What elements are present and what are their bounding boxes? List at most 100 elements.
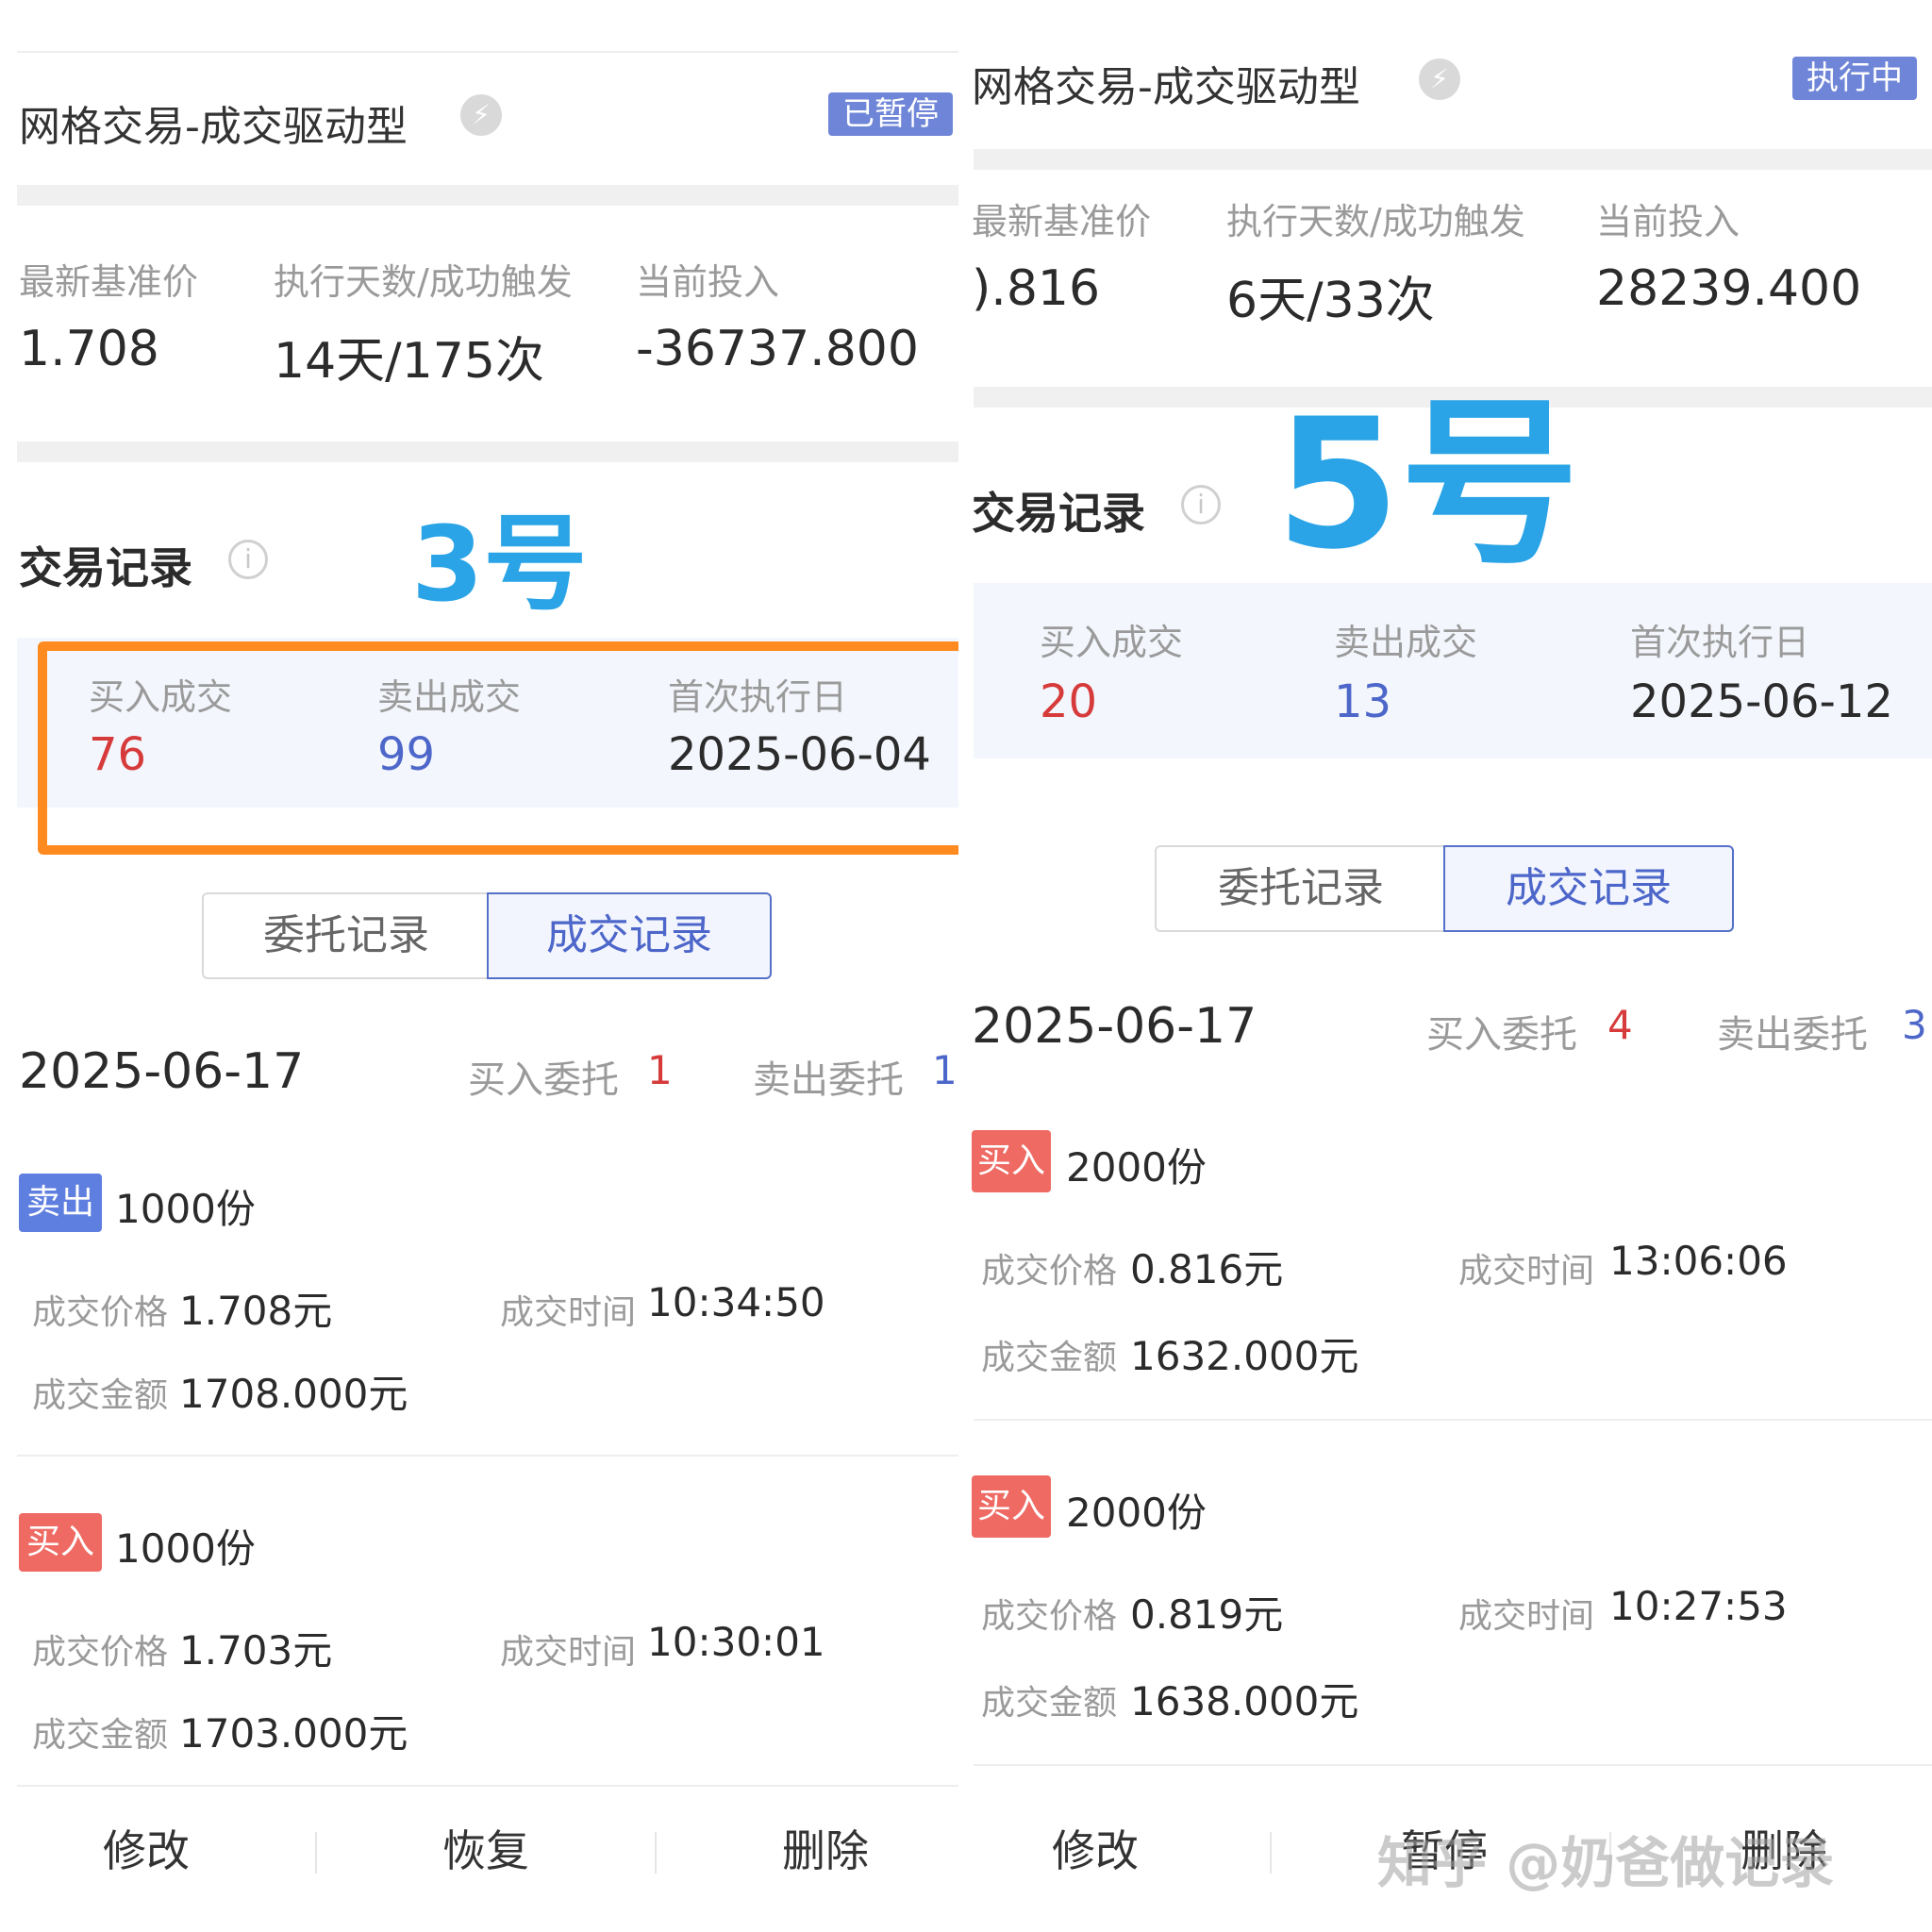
sell-deals-label: 卖出成交 — [377, 676, 522, 718]
left-strategy-panel: 网格交易-成交驱动型 ⚡ 已暂停 最新基准价 执行天数/成功触发 当前投入 1.… — [0, 0, 958, 1932]
base-price-value: 1.708 — [19, 321, 159, 377]
trade-price: 1.703元 — [179, 1627, 333, 1674]
trade-shares: 2000份 — [1066, 1144, 1207, 1191]
trade-shares: 1000份 — [115, 1525, 256, 1572]
lightning-icon[interactable]: ⚡ — [1419, 58, 1460, 100]
sell-deals-value: 99 — [377, 728, 436, 781]
trade-amount: 1708.000元 — [179, 1371, 408, 1417]
trade-amount: 1703.000元 — [179, 1710, 408, 1757]
first-exec-value: 2025-06-12 — [1630, 675, 1893, 728]
trade-amount-label: 成交金额 — [981, 1339, 1118, 1377]
buy-tag: 买入 — [19, 1513, 102, 1572]
trade-price-label: 成交价格 — [32, 1293, 169, 1332]
section-separator — [974, 149, 1932, 170]
trade-divider — [974, 1764, 1932, 1766]
exec-days-value: 14天/175次 — [274, 333, 544, 390]
sell-deals-value: 13 — [1334, 675, 1392, 728]
base-price-label: 最新基准价 — [19, 261, 199, 303]
current-invest-label: 当前投入 — [1596, 201, 1740, 242]
trade-summary-box — [974, 583, 1932, 758]
current-invest-value: 28239.400 — [1596, 260, 1862, 317]
info-icon[interactable]: i — [228, 540, 268, 579]
exec-days-label: 执行天数/成功触发 — [274, 261, 573, 303]
first-exec-value: 2025-06-04 — [668, 728, 931, 781]
sell-orders-count: 3 — [1902, 1002, 1927, 1048]
edit-button[interactable]: 修改 — [987, 1821, 1204, 1881]
buy-deals-value: 20 — [1040, 675, 1098, 728]
buy-deals-label: 买入成交 — [1040, 622, 1184, 663]
trade-shares: 2000份 — [1066, 1490, 1207, 1536]
base-price-value: ).816 — [972, 260, 1101, 317]
strategy-title: 网格交易-成交驱动型 — [972, 63, 1360, 111]
tab-deal-records[interactable]: 成交记录 — [1443, 845, 1734, 932]
section-separator — [17, 441, 958, 462]
buy-orders-count: 1 — [647, 1047, 673, 1093]
lightning-icon[interactable]: ⚡ — [460, 94, 502, 136]
button-separator — [655, 1832, 657, 1874]
tab-order-records[interactable]: 委托记录 — [202, 892, 489, 979]
first-exec-label: 首次执行日 — [668, 676, 848, 718]
tab-order-records[interactable]: 委托记录 — [1155, 845, 1445, 932]
trade-time-label: 成交时间 — [1458, 1597, 1595, 1636]
trade-price-label: 成交价格 — [32, 1633, 169, 1672]
trade-price-label: 成交价格 — [981, 1252, 1118, 1291]
top-divider — [17, 51, 958, 53]
button-separator — [315, 1832, 317, 1874]
trade-divider — [974, 1419, 1932, 1421]
status-badge: 执行中 — [1792, 57, 1917, 100]
sell-tag: 卖出 — [19, 1174, 102, 1232]
delete-button[interactable]: 删除 — [717, 1821, 934, 1881]
buy-deals-value: 76 — [89, 728, 147, 781]
trade-divider — [17, 1785, 958, 1787]
trade-time-label: 成交时间 — [1458, 1252, 1595, 1291]
buy-deals-label: 买入成交 — [89, 676, 233, 718]
resume-button[interactable]: 恢复 — [377, 1821, 594, 1881]
trade-time-label: 成交时间 — [500, 1633, 637, 1672]
trade-date: 2025-06-17 — [972, 998, 1257, 1055]
exec-days-label: 执行天数/成功触发 — [1226, 201, 1525, 242]
sell-orders-label: 卖出委托 — [1717, 1013, 1868, 1057]
buy-orders-label: 买入委托 — [1426, 1013, 1577, 1057]
records-title: 交易记录 — [972, 488, 1145, 539]
trade-amount-label: 成交金额 — [32, 1716, 169, 1755]
trade-price: 0.819元 — [1130, 1591, 1284, 1638]
buy-orders-label: 买入委托 — [468, 1058, 619, 1102]
button-separator — [1270, 1832, 1272, 1874]
trade-date: 2025-06-17 — [19, 1043, 305, 1100]
exec-days-value: 6天/33次 — [1226, 273, 1435, 329]
status-badge: 已暂停 — [828, 92, 953, 136]
watermark: 知乎 @奶爸做记录 — [1377, 1831, 1835, 1895]
current-invest-value: -36737.800 — [636, 321, 919, 377]
trade-amount: 1638.000元 — [1130, 1678, 1359, 1724]
trade-divider — [17, 1455, 958, 1457]
trade-price: 0.816元 — [1130, 1246, 1284, 1292]
trade-amount-label: 成交金额 — [32, 1376, 169, 1415]
sell-deals-label: 卖出成交 — [1334, 622, 1478, 663]
annotation-label: 3号 — [411, 504, 588, 625]
annotation-label: 5号 — [1275, 380, 1580, 589]
base-price-label: 最新基准价 — [972, 201, 1152, 242]
trade-time: 13:06:06 — [1609, 1238, 1788, 1284]
section-separator — [17, 185, 958, 206]
trade-amount-label: 成交金额 — [981, 1684, 1118, 1723]
buy-tag: 买入 — [972, 1130, 1051, 1192]
trade-price: 1.708元 — [179, 1288, 333, 1334]
trade-time: 10:34:50 — [647, 1279, 825, 1325]
edit-button[interactable]: 修改 — [38, 1821, 255, 1881]
sell-orders-count: 1 — [932, 1047, 958, 1093]
buy-orders-count: 4 — [1607, 1002, 1633, 1048]
trade-time-label: 成交时间 — [500, 1293, 637, 1332]
sell-orders-label: 卖出委托 — [753, 1058, 904, 1102]
records-title: 交易记录 — [19, 542, 192, 593]
trade-shares: 1000份 — [115, 1186, 256, 1232]
trade-time: 10:27:53 — [1609, 1583, 1788, 1629]
first-exec-label: 首次执行日 — [1630, 622, 1810, 663]
right-strategy-panel: 网格交易-成交驱动型 ⚡ 执行中 最新基准价 执行天数/成功触发 当前投入 ).… — [958, 0, 1932, 1932]
trade-time: 10:30:01 — [647, 1619, 825, 1665]
trade-price-label: 成交价格 — [981, 1597, 1118, 1636]
strategy-title: 网格交易-成交驱动型 — [19, 103, 408, 151]
info-icon[interactable]: i — [1181, 485, 1221, 525]
current-invest-label: 当前投入 — [636, 261, 780, 303]
buy-tag: 买入 — [972, 1475, 1051, 1538]
tab-deal-records[interactable]: 成交记录 — [487, 892, 772, 979]
